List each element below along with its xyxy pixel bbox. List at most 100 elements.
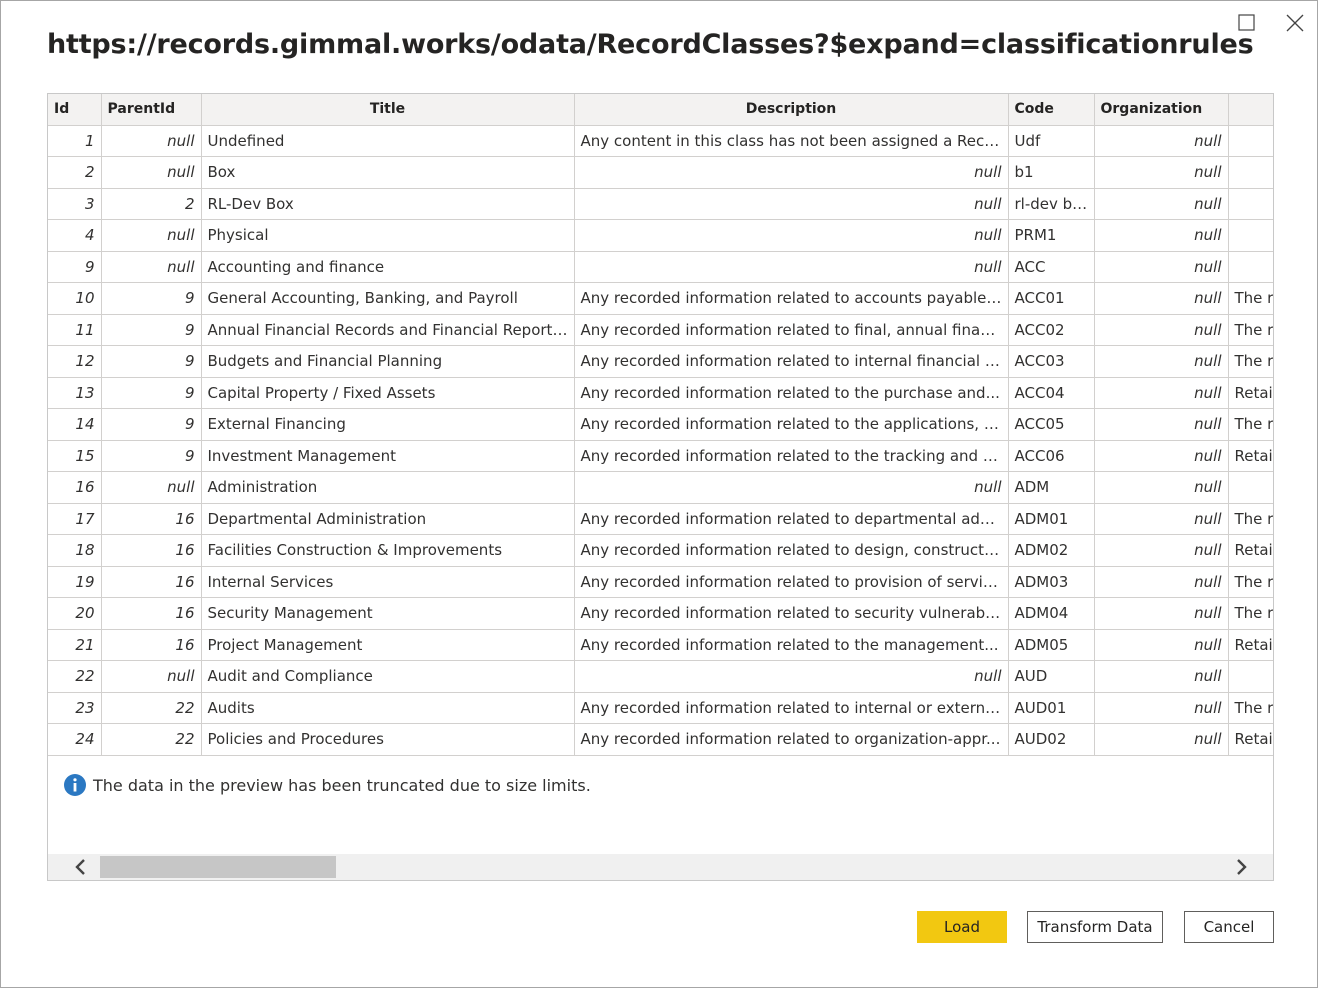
cell-id[interactable]: 15 — [48, 439, 102, 472]
cell-id[interactable]: 18 — [48, 534, 102, 567]
scrollbar-thumb[interactable] — [100, 856, 336, 878]
load-button[interactable]: Load — [917, 911, 1007, 943]
column-header-truncated[interactable] — [1227, 94, 1273, 126]
cell-parentid[interactable]: 9 — [100, 439, 202, 472]
table-row[interactable]: 18 16 Facilities Construction & Improvemen… — [48, 534, 1273, 567]
table-row[interactable]: 3 2 RL-Dev Box null rl-dev box null — [48, 187, 1273, 220]
cell-title[interactable]: Policies and Procedures — [200, 723, 575, 756]
cell-organization[interactable]: null — [1093, 597, 1229, 630]
cell-truncated[interactable]: Retai — [1227, 439, 1273, 472]
table-row[interactable]: 10 9 General Accounting, Banking, and Payr… — [48, 282, 1273, 315]
cell-description[interactable]: Any recorded information related to the … — [573, 439, 1009, 472]
cell-parentid[interactable]: null — [100, 660, 202, 693]
table-row[interactable]: 15 9 Investment Management Any recorded inf… — [48, 439, 1273, 472]
transform-data-button[interactable]: Transform Data — [1027, 911, 1163, 943]
cell-truncated[interactable] — [1227, 156, 1273, 189]
cell-code[interactable]: ADM05 — [1007, 628, 1095, 661]
cell-description[interactable]: Any recorded information related to inte… — [573, 691, 1009, 724]
cell-organization[interactable]: null — [1093, 345, 1229, 378]
cell-title[interactable]: Annual Financial Records and Financial R… — [200, 313, 575, 346]
column-header-description[interactable]: Description — [573, 94, 1009, 126]
cell-code[interactable]: ADM03 — [1007, 565, 1095, 598]
cell-parentid[interactable]: 9 — [100, 313, 202, 346]
cell-organization[interactable]: null — [1093, 534, 1229, 567]
cell-id[interactable]: 14 — [48, 408, 102, 441]
cell-code[interactable]: ADM — [1007, 471, 1095, 504]
cell-id[interactable]: 2 — [48, 156, 102, 189]
cell-title[interactable]: General Accounting, Banking, and Payroll — [200, 282, 575, 315]
cell-parentid[interactable]: null — [100, 124, 202, 157]
cell-truncated[interactable]: The r — [1227, 691, 1273, 724]
cell-code[interactable]: ACC — [1007, 250, 1095, 283]
horizontal-scrollbar[interactable] — [48, 854, 1273, 880]
cell-title[interactable]: Capital Property / Fixed Assets — [200, 376, 575, 409]
cell-id[interactable]: 20 — [48, 597, 102, 630]
cell-id[interactable]: 1 — [48, 124, 102, 157]
chevron-left-icon[interactable] — [66, 854, 96, 880]
cell-id[interactable]: 19 — [48, 565, 102, 598]
chevron-right-icon[interactable] — [1226, 854, 1256, 880]
cell-truncated[interactable] — [1227, 124, 1273, 157]
cell-code[interactable]: ADM01 — [1007, 502, 1095, 535]
cell-description[interactable]: Any recorded information related to secu… — [573, 597, 1009, 630]
column-header-parentid[interactable]: ParentId — [100, 94, 202, 126]
cell-code[interactable]: AUD01 — [1007, 691, 1095, 724]
cell-parentid[interactable]: 16 — [100, 565, 202, 598]
cell-parentid[interactable]: 16 — [100, 534, 202, 567]
cell-organization[interactable]: null — [1093, 723, 1229, 756]
column-header-id[interactable]: Id — [48, 94, 102, 126]
cell-description[interactable]: Any recorded information related to inte… — [573, 345, 1009, 378]
cell-organization[interactable]: null — [1093, 376, 1229, 409]
cell-organization[interactable]: null — [1093, 219, 1229, 252]
cell-organization[interactable]: null — [1093, 628, 1229, 661]
cell-organization[interactable]: null — [1093, 502, 1229, 535]
cell-description[interactable]: Any recorded information related to the … — [573, 408, 1009, 441]
cell-truncated[interactable]: The r — [1227, 408, 1273, 441]
cell-parentid[interactable]: null — [100, 471, 202, 504]
cell-parentid[interactable]: 16 — [100, 502, 202, 535]
close-icon[interactable] — [1281, 9, 1309, 37]
cell-code[interactable]: ACC06 — [1007, 439, 1095, 472]
cell-organization[interactable]: null — [1093, 282, 1229, 315]
cell-title[interactable]: Administration — [200, 471, 575, 504]
cell-id[interactable]: 21 — [48, 628, 102, 661]
cell-organization[interactable]: null — [1093, 187, 1229, 220]
cell-parentid[interactable]: 9 — [100, 282, 202, 315]
cell-id[interactable]: 10 — [48, 282, 102, 315]
cancel-button[interactable]: Cancel — [1184, 911, 1274, 943]
column-header-code[interactable]: Code — [1007, 94, 1095, 126]
cell-parentid[interactable]: 9 — [100, 376, 202, 409]
table-row[interactable]: 2 null Box null b1 null — [48, 156, 1273, 189]
cell-title[interactable]: Accounting and finance — [200, 250, 575, 283]
cell-parentid[interactable]: null — [100, 250, 202, 283]
cell-parentid[interactable]: null — [100, 219, 202, 252]
cell-title[interactable]: Facilities Construction & Improvements — [200, 534, 575, 567]
cell-description[interactable]: Any recorded information related to depa… — [573, 502, 1009, 535]
cell-organization[interactable]: null — [1093, 408, 1229, 441]
cell-code[interactable]: Udf — [1007, 124, 1095, 157]
cell-parentid[interactable]: 9 — [100, 408, 202, 441]
cell-id[interactable]: 11 — [48, 313, 102, 346]
cell-organization[interactable]: null — [1093, 250, 1229, 283]
table-row[interactable]: 1 null Undefined Any content in this class … — [48, 124, 1273, 157]
cell-code[interactable]: ADM02 — [1007, 534, 1095, 567]
cell-description[interactable]: Any content in this class has not been a… — [573, 124, 1009, 157]
table-row[interactable]: 17 16 Departmental Administration Any recor… — [48, 502, 1273, 535]
cell-title[interactable]: Box — [200, 156, 575, 189]
cell-description[interactable]: null — [573, 156, 1009, 189]
cell-title[interactable]: Internal Services — [200, 565, 575, 598]
cell-title[interactable]: Budgets and Financial Planning — [200, 345, 575, 378]
cell-code[interactable]: PRM1 — [1007, 219, 1095, 252]
cell-description[interactable]: null — [573, 660, 1009, 693]
cell-description[interactable]: null — [573, 250, 1009, 283]
cell-organization[interactable]: null — [1093, 660, 1229, 693]
cell-organization[interactable]: null — [1093, 691, 1229, 724]
column-header-title[interactable]: Title — [200, 94, 575, 126]
cell-truncated[interactable] — [1227, 471, 1273, 504]
cell-truncated[interactable]: The r — [1227, 597, 1273, 630]
cell-id[interactable]: 9 — [48, 250, 102, 283]
table-row[interactable]: 13 9 Capital Property / Fixed Assets Any re… — [48, 376, 1273, 409]
cell-code[interactable]: ACC02 — [1007, 313, 1095, 346]
cell-title[interactable]: External Financing — [200, 408, 575, 441]
table-row[interactable]: 19 16 Internal Services Any recorded inform… — [48, 565, 1273, 598]
